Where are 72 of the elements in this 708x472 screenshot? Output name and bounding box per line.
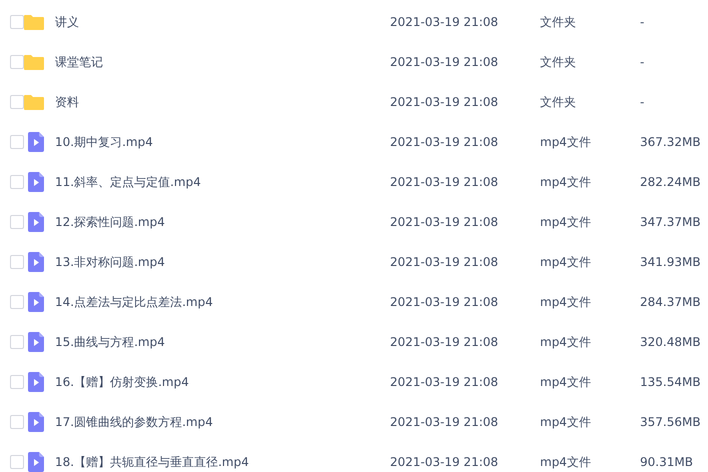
file-size: 357.56MB [640, 415, 702, 429]
file-size: 347.37MB [640, 215, 702, 229]
modified-date: 2021-03-19 21:08 [390, 215, 500, 229]
video-file-icon [28, 292, 44, 312]
checkbox[interactable] [10, 375, 24, 389]
video-file-icon [28, 132, 44, 152]
file-name[interactable]: 18.【赠】共轭直径与垂直直径.mp4 [44, 454, 390, 470]
file-type: mp4文件 [540, 374, 592, 390]
file-size: - [640, 95, 646, 109]
file-size: - [640, 15, 646, 29]
checkbox[interactable] [10, 55, 24, 69]
modified-date: 2021-03-19 21:08 [390, 375, 500, 389]
file-type: mp4文件 [540, 254, 592, 270]
video-file-icon [28, 412, 44, 432]
file-size: 135.54MB [640, 375, 702, 389]
file-type: mp4文件 [540, 334, 592, 350]
modified-date: 2021-03-19 21:08 [390, 135, 500, 149]
file-size: 284.37MB [640, 295, 702, 309]
file-name[interactable]: 讲义 [44, 14, 390, 30]
file-name[interactable]: 14.点差法与定比点差法.mp4 [44, 294, 390, 310]
folder-icon [24, 14, 44, 30]
checkbox[interactable] [10, 455, 24, 469]
file-name[interactable]: 11.斜率、定点与定值.mp4 [44, 174, 390, 190]
checkbox[interactable] [10, 175, 24, 189]
file-size: 282.24MB [640, 175, 702, 189]
modified-date: 2021-03-19 21:08 [390, 55, 500, 69]
file-name[interactable]: 10.期中复习.mp4 [44, 134, 390, 150]
folder-icon [24, 54, 44, 70]
file-type: 文件夹 [540, 14, 577, 30]
checkbox[interactable] [10, 95, 24, 109]
modified-date: 2021-03-19 21:08 [390, 415, 500, 429]
video-file-icon [28, 372, 44, 392]
file-type: mp4文件 [540, 414, 592, 430]
file-name[interactable]: 16.【赠】仿射变换.mp4 [44, 374, 390, 390]
modified-date: 2021-03-19 21:08 [390, 175, 500, 189]
modified-date: 2021-03-19 21:08 [390, 335, 500, 349]
modified-date: 2021-03-19 21:08 [390, 95, 500, 109]
modified-date: 2021-03-19 21:08 [390, 15, 500, 29]
checkbox[interactable] [10, 255, 24, 269]
checkbox[interactable] [10, 335, 24, 349]
video-file-icon [28, 452, 44, 472]
file-size: 367.32MB [640, 135, 702, 149]
file-size: - [640, 55, 646, 69]
checkbox[interactable] [10, 135, 24, 149]
checkbox[interactable] [10, 215, 24, 229]
modified-date: 2021-03-19 21:08 [390, 255, 500, 269]
file-type: 文件夹 [540, 94, 577, 110]
video-file-icon [28, 332, 44, 352]
checkbox[interactable] [10, 415, 24, 429]
file-type: mp4文件 [540, 134, 592, 150]
file-name[interactable]: 12.探索性问题.mp4 [44, 214, 390, 230]
file-type: 文件夹 [540, 54, 577, 70]
file-type: mp4文件 [540, 174, 592, 190]
file-size: 90.31MB [640, 455, 694, 469]
file-name[interactable]: 资料 [44, 94, 390, 110]
folder-icon [24, 94, 44, 110]
video-file-icon [28, 212, 44, 232]
file-size: 320.48MB [640, 335, 702, 349]
file-type: mp4文件 [540, 294, 592, 310]
video-file-icon [28, 172, 44, 192]
file-type: mp4文件 [540, 454, 592, 470]
video-file-icon [28, 252, 44, 272]
file-type: mp4文件 [540, 214, 592, 230]
checkbox[interactable] [10, 15, 24, 29]
checkbox[interactable] [10, 295, 24, 309]
file-size: 341.93MB [640, 255, 702, 269]
file-name[interactable]: 17.圆锥曲线的参数方程.mp4 [44, 414, 390, 430]
file-name[interactable]: 13.非对称问题.mp4 [44, 254, 390, 270]
modified-date: 2021-03-19 21:08 [390, 295, 500, 309]
modified-date: 2021-03-19 21:08 [390, 455, 500, 469]
file-name[interactable]: 15.曲线与方程.mp4 [44, 334, 390, 350]
file-name[interactable]: 课堂笔记 [44, 54, 390, 70]
